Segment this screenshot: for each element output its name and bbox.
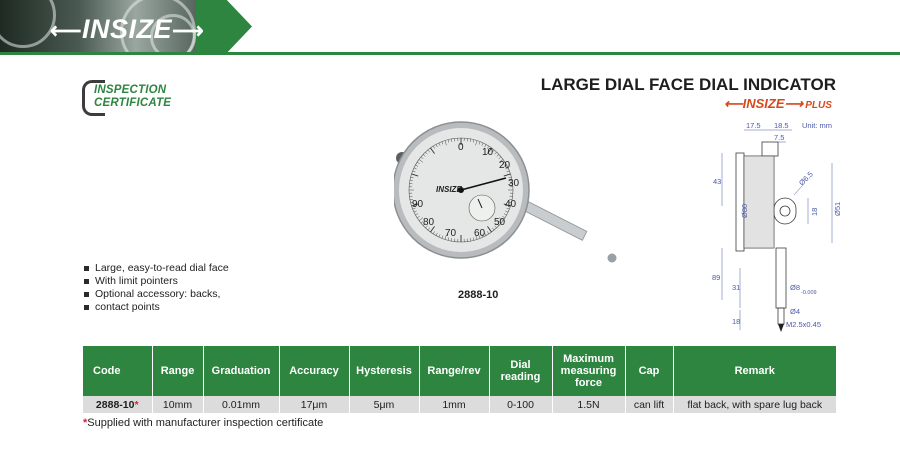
subbrand-logo: ⟵INSIZE⟶ PLUS bbox=[724, 96, 832, 112]
arrow-left-icon: ⟵ bbox=[50, 18, 83, 43]
cell-accuracy: 17μm bbox=[279, 396, 350, 413]
code-value: 2888-10 bbox=[95, 398, 135, 411]
dim-51: Ø51 bbox=[833, 202, 842, 216]
dial-number-10: 10 bbox=[482, 147, 494, 158]
dial-number-80: 80 bbox=[423, 217, 435, 228]
dial-indicator-illustration: 0 10 20 30 40 50 60 70 80 90 INSIZE bbox=[392, 121, 617, 263]
banner-divider bbox=[0, 52, 900, 55]
feature-item: Optional accessory: backs, bbox=[84, 288, 229, 301]
dim-89: 89 bbox=[712, 273, 720, 282]
feature-list: Large, easy-to-read dial face With limit… bbox=[84, 262, 229, 314]
brand-logo: ⟵INSIZE⟶ bbox=[50, 14, 204, 45]
dial-number-30: 30 bbox=[508, 178, 520, 189]
top-banner: ⟵INSIZE⟶ bbox=[0, 0, 900, 55]
brand-logo-text: INSIZE bbox=[82, 14, 173, 44]
header-dial-reading: Dial reading bbox=[489, 346, 553, 396]
header-accuracy: Accuracy bbox=[279, 346, 350, 396]
header-range: Range bbox=[152, 346, 204, 396]
cell-hysteresis: 5μm bbox=[349, 396, 420, 413]
table-row: 2888-10* 10mm 0.01mm 17μm 5μm 1mm 0-100 … bbox=[83, 396, 836, 413]
thread-label: M2.5x0.45 bbox=[786, 320, 821, 329]
dim-18-5: 18.5 bbox=[774, 121, 789, 130]
subbrand-name: INSIZE bbox=[742, 96, 785, 111]
cell-force: 1.5N bbox=[552, 396, 626, 413]
dial-number-20: 20 bbox=[499, 160, 511, 171]
dial-number-90: 90 bbox=[412, 199, 424, 210]
header-range-rev: Range/rev bbox=[419, 346, 490, 396]
header-force-line3: force bbox=[575, 377, 602, 389]
header-force-line2: measuring bbox=[560, 365, 617, 377]
header-graduation: Graduation bbox=[203, 346, 280, 396]
header-dial-reading-line1: Dial bbox=[510, 359, 531, 371]
dim-17-5: 17.5 bbox=[746, 121, 761, 130]
feature-item-continued: contact points bbox=[84, 301, 229, 314]
dim-8-tol: -0.009 bbox=[801, 290, 817, 296]
dial-number-50: 50 bbox=[494, 217, 506, 228]
subbrand-plus: PLUS bbox=[805, 100, 832, 111]
spec-table: Code Range Graduation Accuracy Hysteresi… bbox=[83, 346, 836, 413]
dim-7-5: 7.5 bbox=[774, 133, 784, 142]
inspection-certificate-logo: INSPECTION CERTIFICATE bbox=[82, 80, 187, 116]
header-force-line1: Maximum bbox=[563, 353, 614, 365]
pointer-hub bbox=[458, 187, 464, 193]
certificate-star: * bbox=[134, 398, 139, 411]
cell-code: 2888-10* bbox=[83, 396, 153, 413]
spec-header-row: Code Range Graduation Accuracy Hysteresi… bbox=[83, 346, 836, 396]
cell-cap: can lift bbox=[625, 396, 674, 413]
certificate-line1: INSPECTION bbox=[94, 84, 167, 96]
arrow-right-icon: ⟶ bbox=[172, 18, 205, 43]
header-hysteresis: Hysteresis bbox=[349, 346, 420, 396]
dial-number-0: 0 bbox=[458, 142, 464, 153]
footnote: *Supplied with manufacturer inspection c… bbox=[83, 417, 323, 429]
technical-drawing: 17.5 18.5 Unit: mm 7.5 43 Ø80 Ø6.5 18 Ø5… bbox=[700, 118, 850, 343]
dim-4: Ø4 bbox=[790, 307, 800, 316]
dimension-drawing: 17.5 18.5 Unit: mm 7.5 43 Ø80 Ø6.5 18 Ø5… bbox=[712, 121, 842, 332]
header-remark: Remark bbox=[673, 346, 836, 396]
dim-18b: 18 bbox=[732, 317, 740, 326]
product-image: 0 10 20 30 40 50 60 70 80 90 INSIZE bbox=[392, 112, 634, 272]
certificate-line2: CERTIFICATE bbox=[94, 97, 172, 109]
header-cap: Cap bbox=[625, 346, 674, 396]
dial-number-40: 40 bbox=[505, 199, 517, 210]
feature-item: With limit pointers bbox=[84, 275, 229, 288]
dial-number-60: 60 bbox=[474, 228, 486, 239]
dim-6-5: Ø6.5 bbox=[797, 170, 815, 188]
stem bbox=[521, 200, 588, 241]
cell-dial-reading: 0-100 bbox=[489, 396, 553, 413]
dim-8: Ø8 bbox=[790, 283, 800, 292]
dim-80: Ø80 bbox=[740, 204, 749, 218]
cell-graduation: 0.01mm bbox=[203, 396, 280, 413]
cell-remark: flat back, with spare lug back bbox=[673, 396, 836, 413]
banner-accent bbox=[196, 0, 252, 53]
cell-range-rev: 1mm bbox=[419, 396, 490, 413]
cell-range: 10mm bbox=[152, 396, 204, 413]
page-title: LARGE DIAL FACE DIAL INDICATOR bbox=[540, 75, 836, 94]
dial-number-70: 70 bbox=[445, 228, 457, 239]
arrow-right-icon: ⟶ bbox=[784, 96, 804, 111]
footnote-text: Supplied with manufacturer inspection ce… bbox=[87, 417, 324, 429]
contact-point bbox=[607, 253, 617, 263]
feature-item: Large, easy-to-read dial face bbox=[84, 262, 229, 275]
dim-18: 18 bbox=[810, 208, 819, 216]
arrow-left-icon: ⟵ bbox=[724, 96, 743, 111]
unit-label: Unit: mm bbox=[802, 121, 832, 130]
dim-43: 43 bbox=[713, 177, 721, 186]
header-code: Code bbox=[83, 346, 153, 396]
dim-31: 31 bbox=[732, 283, 740, 292]
model-label: 2888-10 bbox=[458, 289, 499, 301]
header-dial-reading-line2: reading bbox=[500, 371, 541, 383]
header-measuring-force: Maximum measuring force bbox=[552, 346, 626, 396]
